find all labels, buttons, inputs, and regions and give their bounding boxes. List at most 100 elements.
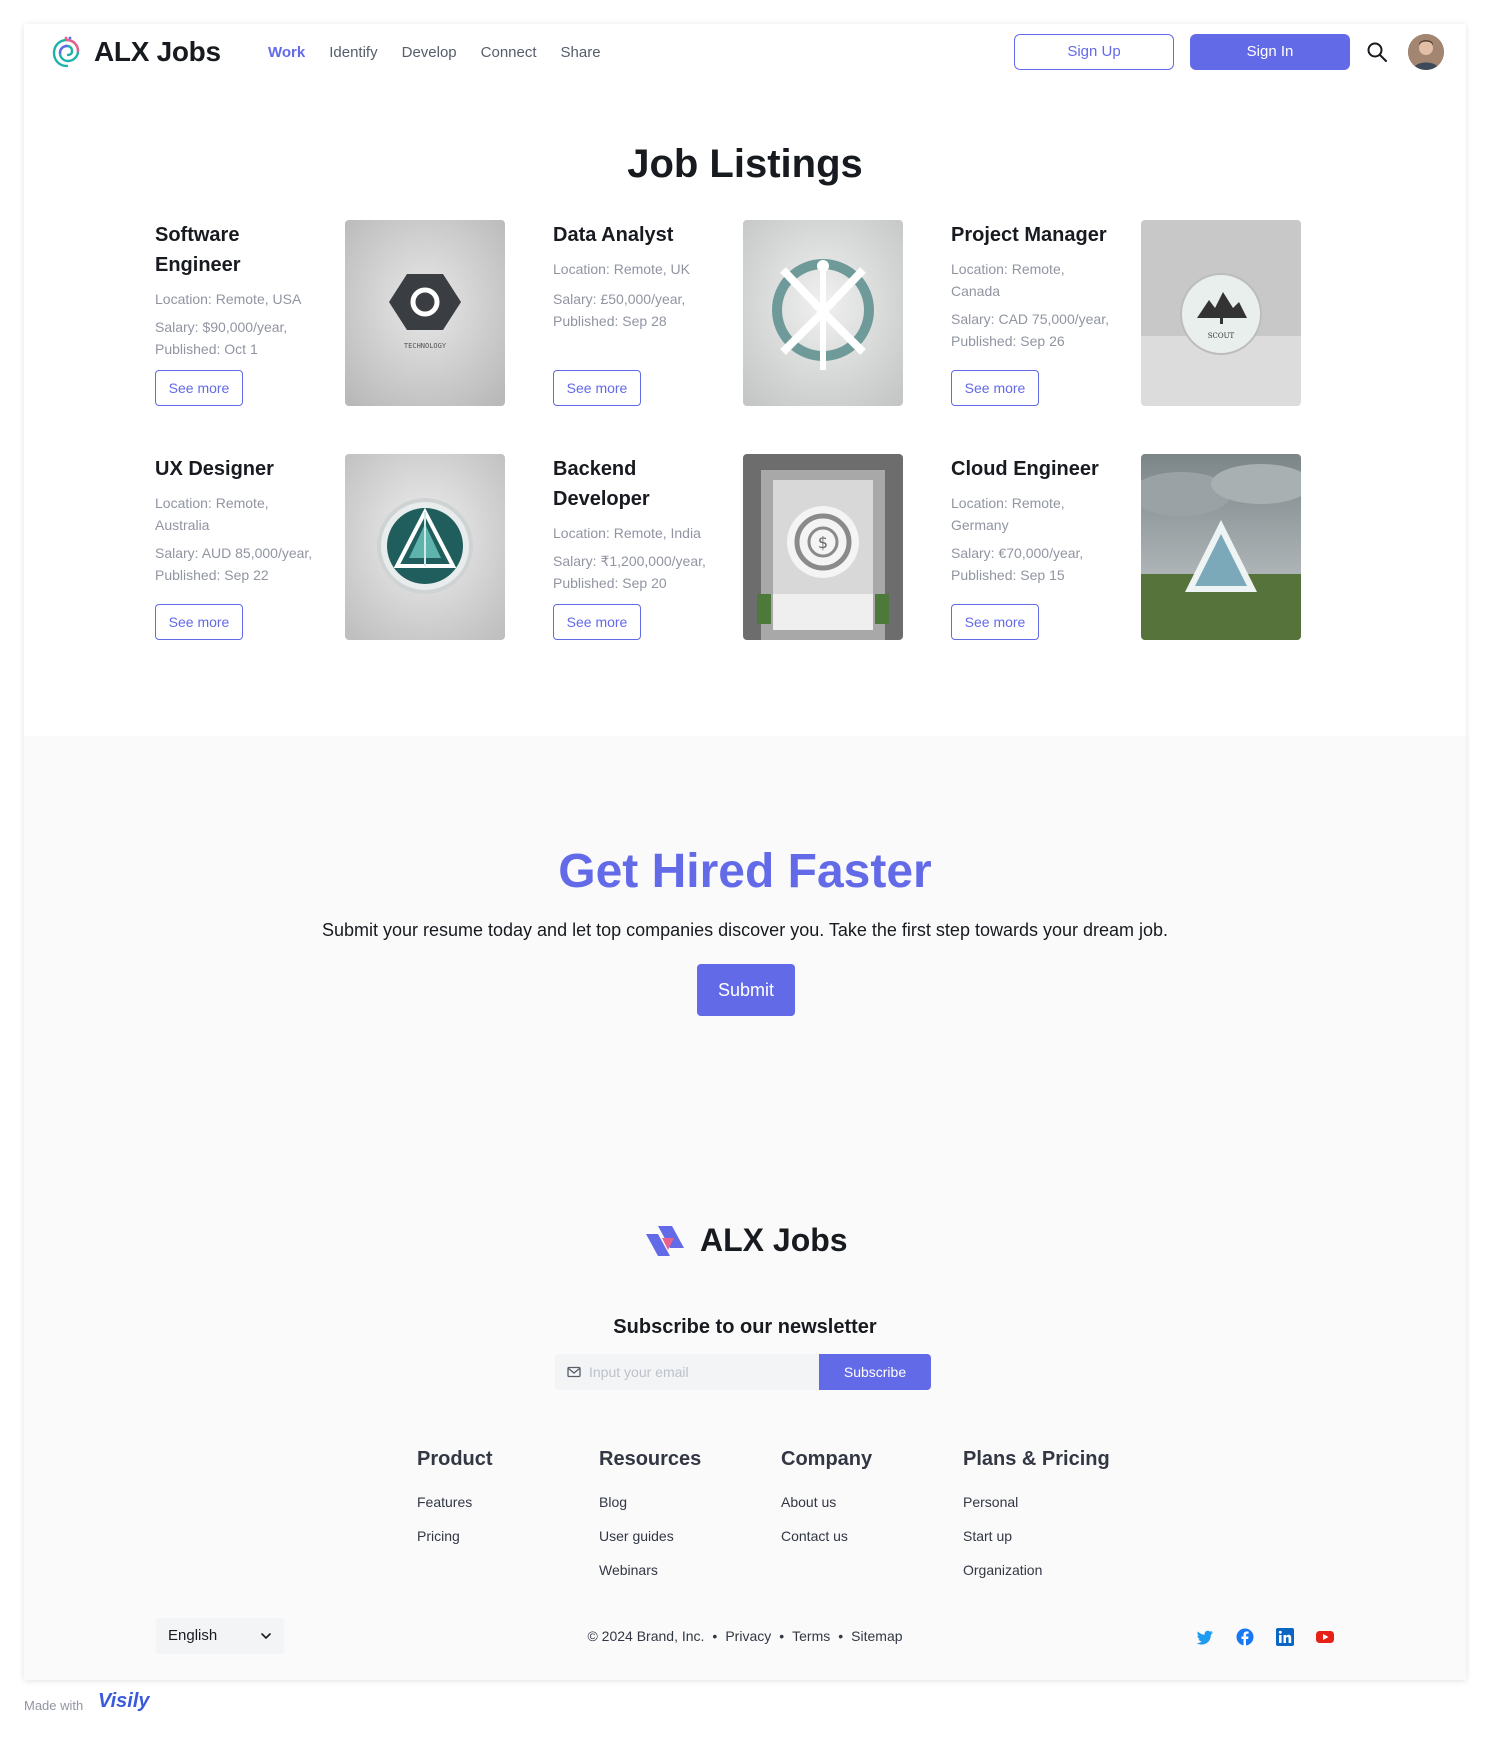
newsletter-title: Subscribe to our newsletter	[613, 1316, 877, 1338]
see-more-button[interactable]: See more	[553, 604, 641, 640]
spiral-logo-icon[interactable]	[52, 36, 82, 70]
svg-text:SCOUT: SCOUT	[1208, 332, 1235, 340]
page-frame: ALX Jobs Work Identify Develop Connect S…	[24, 24, 1466, 1680]
job-title: Software Engineer	[155, 224, 241, 276]
footer-column-title: Plans & Pricing	[963, 1448, 1110, 1470]
footer-link[interactable]: Pricing	[417, 1519, 493, 1553]
job-title: Cloud Engineer	[951, 458, 1099, 480]
see-more-button[interactable]: See more	[553, 370, 641, 406]
visily-logo[interactable]: Visily	[98, 1690, 150, 1713]
submit-button[interactable]: Submit	[697, 964, 795, 1016]
terms-link[interactable]: Terms	[792, 1628, 830, 1644]
twitter-icon[interactable]	[1196, 1628, 1214, 1646]
crystal-logo-icon	[345, 454, 505, 640]
analytics-logo-icon	[743, 220, 903, 406]
company-logo-image: TECHNOLOGY	[345, 220, 505, 406]
copyright: © 2024 Brand, Inc.	[587, 1628, 705, 1644]
job-location: Location: Remote, Australia	[155, 495, 269, 533]
company-logo-image	[743, 220, 903, 406]
tree-logo-icon: SCOUT	[1141, 220, 1301, 406]
job-location: Location: Remote, UK	[553, 261, 690, 277]
triangle-landscape-icon	[1141, 454, 1301, 640]
footer-column-company: Company About us Contact us	[781, 1448, 872, 1553]
footer-link[interactable]: Start up	[963, 1519, 1110, 1553]
svg-text:$: $	[818, 533, 828, 552]
job-card-cloud-engineer: Cloud Engineer Location: Remote, Germany…	[951, 454, 1317, 640]
job-title: Backend Developer	[553, 458, 650, 510]
footer-link[interactable]: About us	[781, 1485, 872, 1519]
footer-column-title: Company	[781, 1448, 873, 1470]
linkedin-icon[interactable]	[1276, 1628, 1294, 1646]
job-card-software-engineer: Software Engineer Location: Remote, USA …	[155, 220, 521, 406]
see-more-button[interactable]: See more	[155, 604, 243, 640]
job-title: UX Designer	[155, 458, 274, 480]
footer-link[interactable]: Personal	[963, 1485, 1110, 1519]
job-location: Location: Remote, Canada	[951, 261, 1065, 299]
user-avatar-icon	[1408, 34, 1444, 70]
job-card-data-analyst: Data Analyst Location: Remote, UK Salary…	[553, 220, 919, 406]
footer-link[interactable]: Organization	[963, 1553, 1110, 1587]
footer-link[interactable]: Blog	[599, 1485, 701, 1519]
job-salary: Salary: ₹1,200,000/year, Published: Sep …	[553, 553, 706, 591]
email-placeholder: Input your email	[589, 1364, 689, 1380]
mail-icon	[567, 1366, 581, 1378]
footer-link[interactable]: User guides	[599, 1519, 701, 1553]
made-with-label: Made with	[24, 1698, 84, 1713]
brand-name[interactable]: ALX Jobs	[94, 36, 221, 68]
footer-column-title: Product	[417, 1448, 493, 1470]
nav-develop[interactable]: Develop	[390, 24, 469, 82]
job-salary: Salary: $90,000/year, Published: Oct 1	[155, 319, 288, 357]
job-location: Location: Remote, Germany	[951, 495, 1065, 533]
nav-share[interactable]: Share	[549, 24, 613, 82]
privacy-link[interactable]: Privacy	[725, 1628, 771, 1644]
job-card-backend-developer: Backend Developer Location: Remote, Indi…	[553, 454, 919, 640]
page-title: Job Listings	[627, 142, 863, 186]
job-title: Data Analyst	[553, 224, 674, 246]
job-salary: Salary: AUD 85,000/year, Published: Sep …	[155, 545, 313, 583]
top-header: ALX Jobs Work Identify Develop Connect S…	[24, 24, 1466, 86]
sign-up-button[interactable]: Sign Up	[1014, 34, 1174, 70]
main-nav: Work Identify Develop Connect Share	[256, 24, 613, 86]
nav-connect[interactable]: Connect	[469, 24, 549, 82]
email-input[interactable]: Input your email	[555, 1354, 819, 1390]
see-more-button[interactable]: See more	[951, 604, 1039, 640]
nav-work[interactable]: Work	[256, 24, 318, 86]
footer-logo-icon[interactable]	[644, 1224, 688, 1258]
company-logo-image: SCOUT	[1141, 220, 1301, 406]
youtube-icon[interactable]	[1316, 1628, 1334, 1646]
job-listings-section: Job Listings Software Engineer Location:…	[24, 82, 1466, 736]
footer-column-resources: Resources Blog User guides Webinars	[599, 1448, 701, 1587]
job-location: Location: Remote, USA	[155, 291, 302, 307]
footer-column-plans: Plans & Pricing Personal Start up Organi…	[963, 1448, 1110, 1587]
hero-title: Get Hired Faster	[558, 845, 932, 898]
footer-brand-name: ALX Jobs	[700, 1222, 848, 1258]
footer-column-title: Resources	[599, 1448, 702, 1470]
hero-text: Submit your resume today and let top com…	[321, 920, 1169, 940]
see-more-button[interactable]: See more	[155, 370, 243, 406]
job-card-project-manager: Project Manager Location: Remote, Canada…	[951, 220, 1317, 406]
job-salary: Salary: £50,000/year, Published: Sep 28	[553, 291, 686, 329]
job-card-ux-designer: UX Designer Location: Remote, Australia …	[155, 454, 521, 640]
company-logo-image	[345, 454, 505, 640]
company-logo-image	[1141, 454, 1301, 640]
facebook-icon[interactable]	[1236, 1628, 1254, 1646]
footer-link[interactable]: Features	[417, 1485, 493, 1519]
sitemap-link[interactable]: Sitemap	[851, 1628, 902, 1644]
footer-link[interactable]: Webinars	[599, 1553, 701, 1587]
see-more-button[interactable]: See more	[951, 370, 1039, 406]
footer-link[interactable]: Contact us	[781, 1519, 872, 1553]
tech-logo-icon: TECHNOLOGY	[345, 220, 505, 406]
job-salary: Salary: CAD 75,000/year, Published: Sep …	[951, 311, 1109, 349]
dollar-logo-icon: $	[743, 454, 903, 640]
nav-identify[interactable]: Identify	[317, 24, 389, 82]
job-salary: Salary: €70,000/year, Published: Sep 15	[951, 545, 1084, 583]
company-logo-image: $	[743, 454, 903, 640]
footer-column-product: Product Features Pricing	[417, 1448, 493, 1553]
avatar[interactable]	[1408, 34, 1444, 70]
job-location: Location: Remote, India	[553, 525, 701, 541]
search-icon[interactable]	[1366, 41, 1388, 63]
svg-text:TECHNOLOGY: TECHNOLOGY	[404, 342, 447, 350]
sign-in-button[interactable]: Sign In	[1190, 34, 1350, 70]
subscribe-button[interactable]: Subscribe	[819, 1354, 931, 1390]
job-title: Project Manager	[951, 224, 1107, 246]
